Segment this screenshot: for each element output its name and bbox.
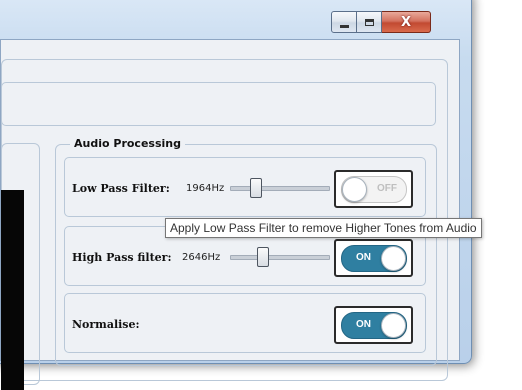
high-pass-toggle-frame: ON (334, 239, 413, 277)
toggle-knob (381, 313, 406, 338)
low-pass-toggle-state: OFF (377, 183, 397, 194)
maximize-button[interactable] (357, 11, 382, 33)
toggle-knob (381, 246, 406, 271)
low-pass-frequency: 1964Hz (186, 183, 225, 194)
audio-processing-title: Audio Processing (70, 137, 185, 150)
normalise-row: Normalise: ON (64, 293, 426, 353)
high-pass-toggle[interactable]: ON (341, 245, 407, 272)
video-preview (1, 190, 24, 390)
high-pass-toggle-state: ON (356, 252, 371, 263)
high-pass-label: High Pass filter: (72, 251, 172, 264)
minimize-icon (339, 24, 349, 28)
normalise-toggle-frame: ON (334, 306, 413, 344)
normalise-toggle-state: ON (356, 319, 371, 330)
header-panel (1, 82, 436, 126)
normalise-toggle[interactable]: ON (341, 312, 407, 339)
toggle-knob (342, 177, 367, 202)
low-pass-label: Low Pass Filter: (72, 182, 170, 195)
high-pass-slider[interactable] (230, 255, 330, 260)
low-pass-tooltip: Apply Low Pass Filter to remove Higher T… (165, 218, 482, 238)
low-pass-toggle-frame: OFF (334, 170, 413, 208)
normalise-label: Normalise: (72, 318, 140, 331)
low-pass-toggle[interactable]: OFF (341, 176, 407, 203)
high-pass-slider-thumb[interactable] (257, 247, 270, 267)
minimize-button[interactable] (331, 11, 357, 33)
close-icon: X (400, 14, 412, 30)
close-button[interactable]: X (382, 11, 431, 33)
low-pass-row: Low Pass Filter: 1964Hz OFF (64, 157, 426, 217)
low-pass-slider[interactable] (230, 186, 330, 191)
maximize-icon (364, 18, 374, 26)
low-pass-slider-thumb[interactable] (249, 178, 262, 198)
caption-buttons: X (331, 11, 435, 33)
high-pass-frequency: 2646Hz (182, 252, 221, 263)
